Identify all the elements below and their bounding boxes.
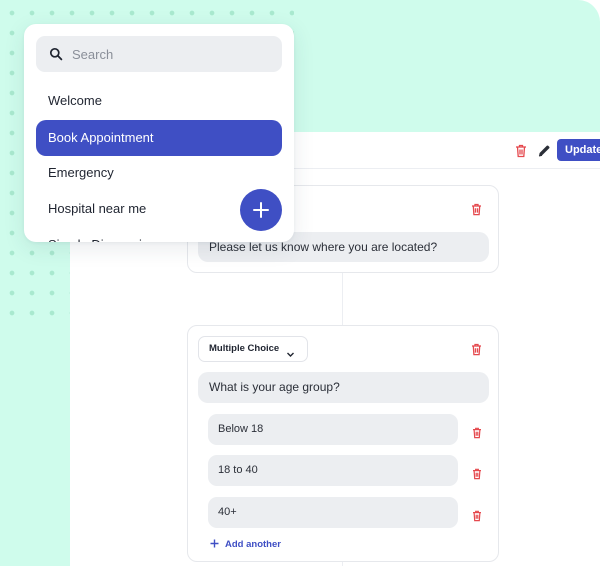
question-card: Multiple Choice What is your age group? … [187, 325, 499, 562]
choice-option[interactable]: 18 to 40 [208, 455, 458, 486]
search-input[interactable] [72, 42, 272, 66]
sidebar-item-simple-diagnosis[interactable]: Simple Diagnosis [36, 227, 282, 242]
plus-icon [253, 202, 269, 218]
choice-option[interactable]: Below 18 [208, 414, 458, 445]
add-flow-button[interactable] [240, 189, 282, 231]
question-type-label: Multiple Choice [209, 343, 280, 354]
trash-icon[interactable] [515, 144, 527, 158]
update-button[interactable]: Update [557, 139, 600, 161]
trash-icon[interactable] [472, 509, 482, 522]
search-box [36, 36, 282, 72]
add-another-label: Add another [225, 539, 281, 550]
pencil-icon[interactable] [537, 144, 551, 158]
trash-icon[interactable] [471, 203, 482, 216]
sidebar-item-book-appointment[interactable]: Book Appointment [36, 120, 282, 156]
question-type-dropdown[interactable]: Multiple Choice [198, 336, 308, 362]
plus-icon [210, 539, 219, 548]
question-text[interactable]: What is your age group? [198, 372, 489, 403]
sidebar-item-emergency[interactable]: Emergency [36, 155, 282, 191]
chevron-down-icon [286, 345, 295, 357]
sidebar-item-welcome[interactable]: Welcome [36, 83, 282, 119]
trash-icon[interactable] [472, 467, 482, 480]
trash-icon[interactable] [471, 343, 482, 356]
choice-option[interactable]: 40+ [208, 497, 458, 528]
search-icon [49, 47, 63, 61]
add-another-button[interactable]: Add another [210, 538, 281, 552]
flow-connector [342, 272, 343, 326]
trash-icon[interactable] [472, 426, 482, 439]
